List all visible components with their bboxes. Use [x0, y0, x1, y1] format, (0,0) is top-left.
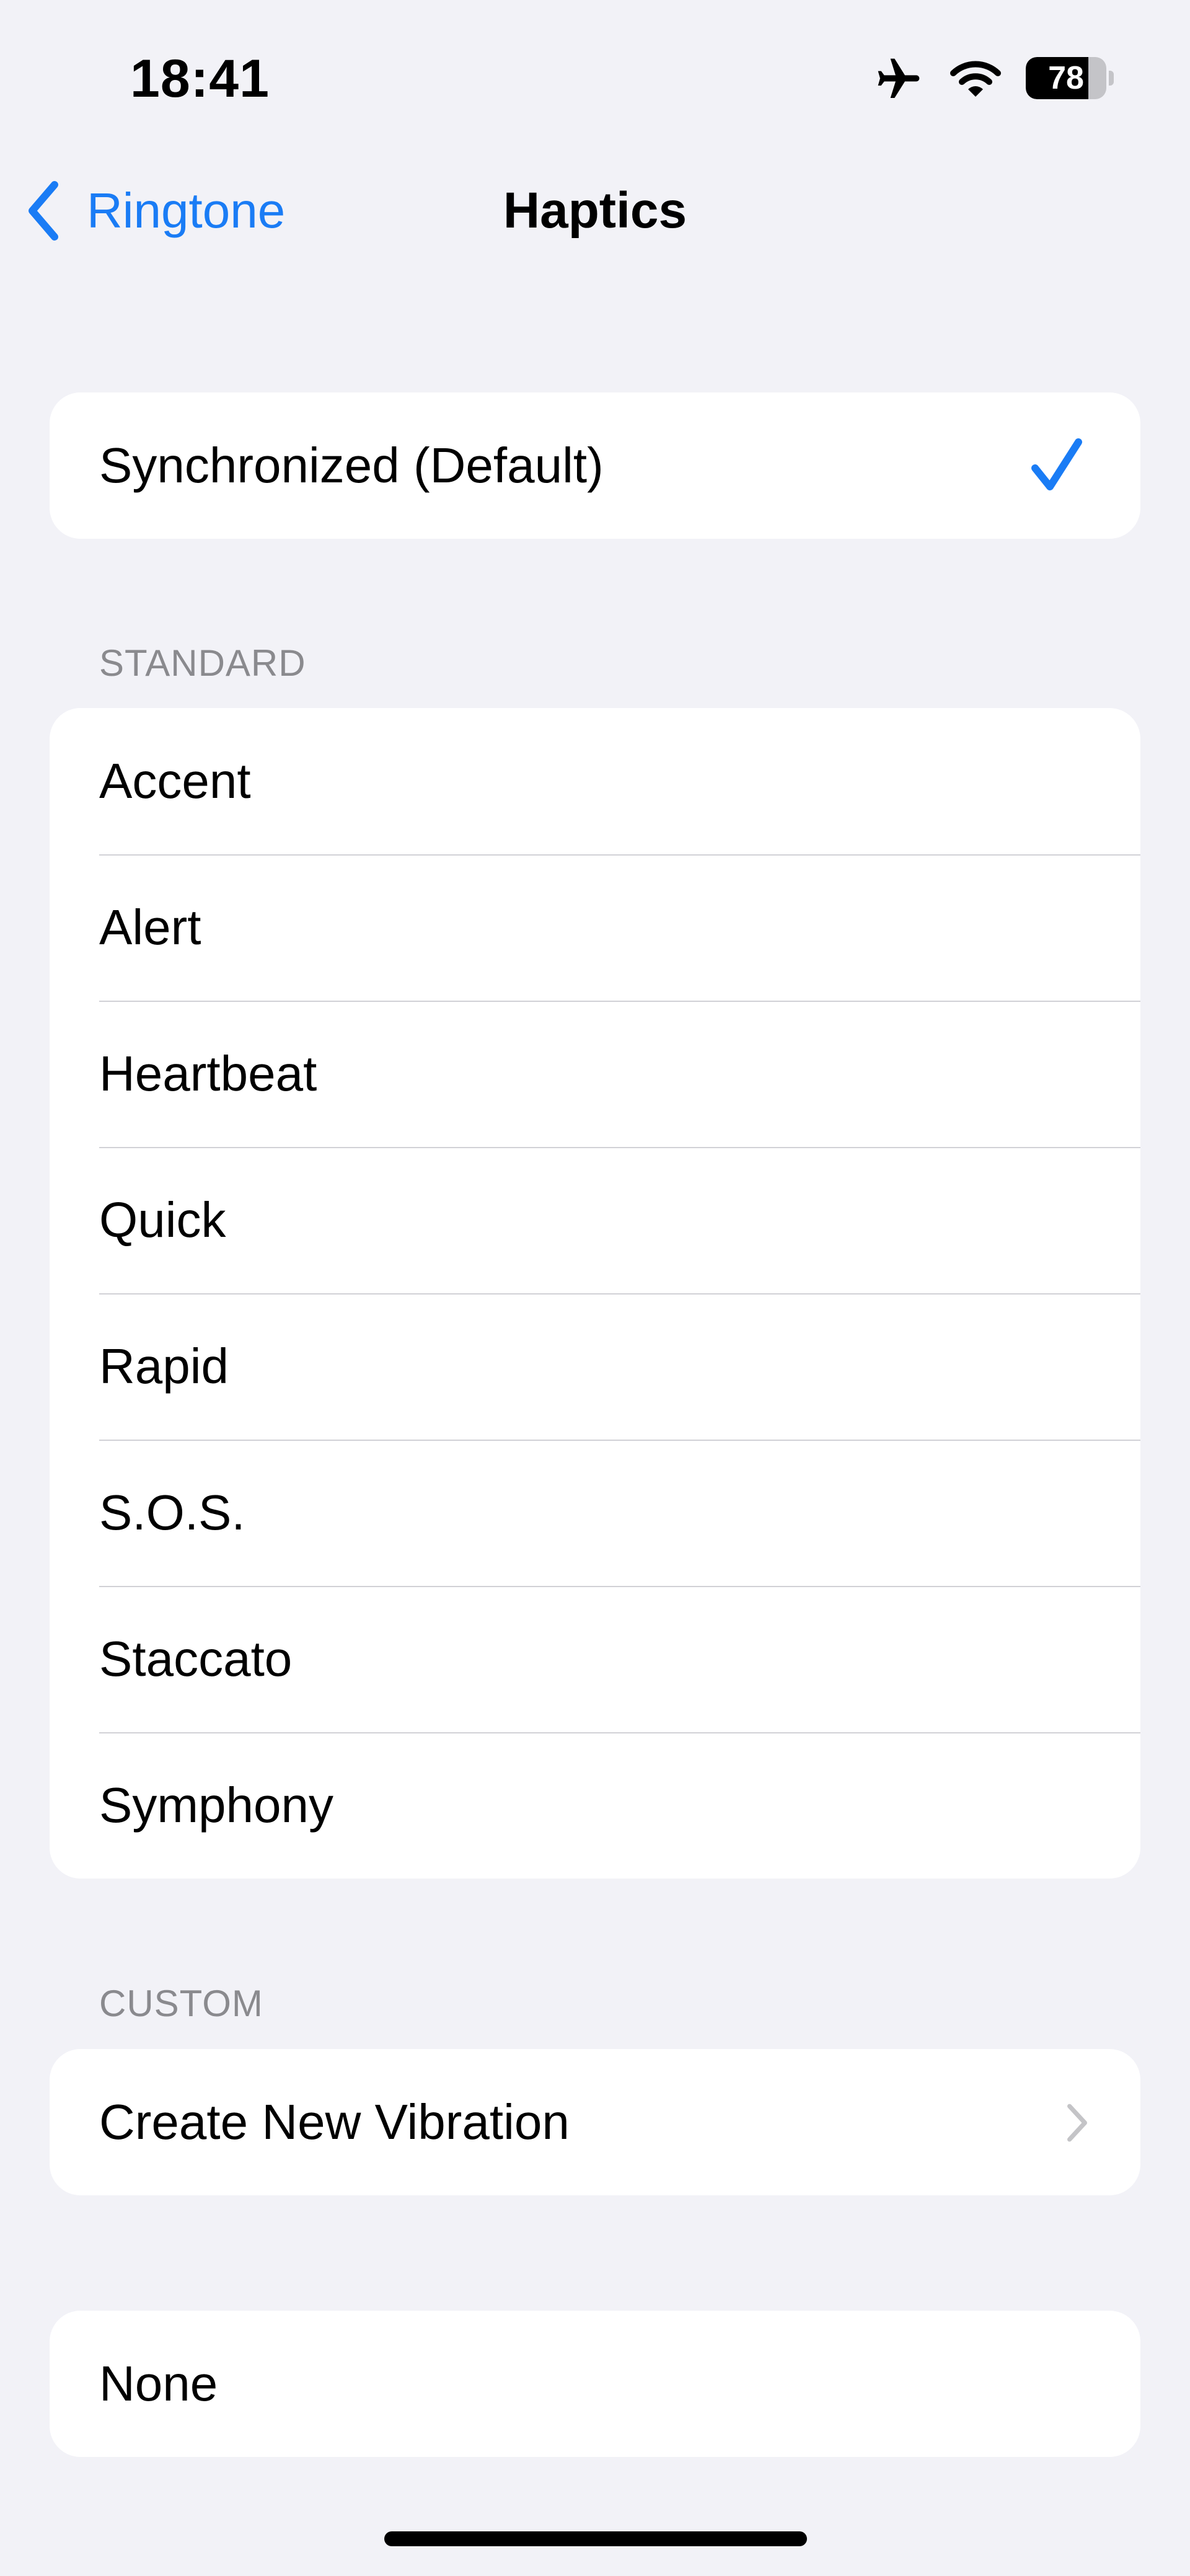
battery-level: 78 — [1048, 60, 1084, 96]
list-item[interactable]: Symphony — [50, 1732, 1140, 1879]
chevron-left-icon — [29, 181, 58, 241]
list-item[interactable]: Accent — [50, 708, 1140, 854]
airplane-icon — [878, 58, 920, 98]
create-new-vibration-label: Create New Vibration — [99, 2094, 570, 2149]
custom-group: Create New Vibration — [50, 2049, 1140, 2195]
status-bar: 18:41 78 — [0, 0, 1190, 155]
checkmark-icon — [1031, 438, 1082, 490]
option-label: Alert — [99, 900, 201, 955]
option-none[interactable]: None — [50, 2311, 1140, 2457]
status-time: 18:41 — [130, 49, 270, 108]
back-button[interactable]: Ringtone — [25, 174, 285, 248]
home-indicator — [384, 2531, 807, 2546]
option-synchronized-default[interactable]: Synchronized (Default) — [50, 392, 1140, 539]
list-item[interactable]: S.O.S. — [50, 1440, 1140, 1586]
section-header-custom: CUSTOM — [99, 1983, 263, 2024]
list-item[interactable]: Heartbeat — [50, 1001, 1140, 1147]
option-label: S.O.S. — [99, 1485, 245, 1540]
option-label: Accent — [99, 753, 251, 808]
option-label: Quick — [99, 1192, 226, 1247]
option-label: Staccato — [99, 1631, 293, 1686]
none-group: None — [50, 2311, 1140, 2457]
list-item[interactable]: Rapid — [50, 1293, 1140, 1440]
wifi-icon — [950, 61, 1001, 97]
standard-group: Accent Alert Heartbeat Quick Rapid S.O.S… — [50, 708, 1140, 1879]
list-item[interactable]: Alert — [50, 854, 1140, 1001]
default-group: Synchronized (Default) — [50, 392, 1140, 539]
battery-icon: 78 — [1026, 57, 1114, 99]
option-label: Symphony — [99, 1777, 333, 1833]
list-item[interactable]: Quick — [50, 1147, 1140, 1293]
haptics-screen: 18:41 78 Haptics Ringtone Synchronized (… — [0, 0, 1190, 2576]
option-label: None — [99, 2356, 218, 2411]
back-button-label: Ringtone — [87, 183, 286, 238]
section-header-standard: STANDARD — [99, 642, 306, 684]
option-label: Rapid — [99, 1339, 229, 1394]
option-label: Heartbeat — [99, 1046, 317, 1101]
list-item[interactable]: Staccato — [50, 1586, 1140, 1732]
create-new-vibration-button[interactable]: Create New Vibration — [50, 2049, 1140, 2195]
option-label: Synchronized (Default) — [99, 438, 604, 493]
chevron-right-icon — [1067, 2104, 1087, 2142]
